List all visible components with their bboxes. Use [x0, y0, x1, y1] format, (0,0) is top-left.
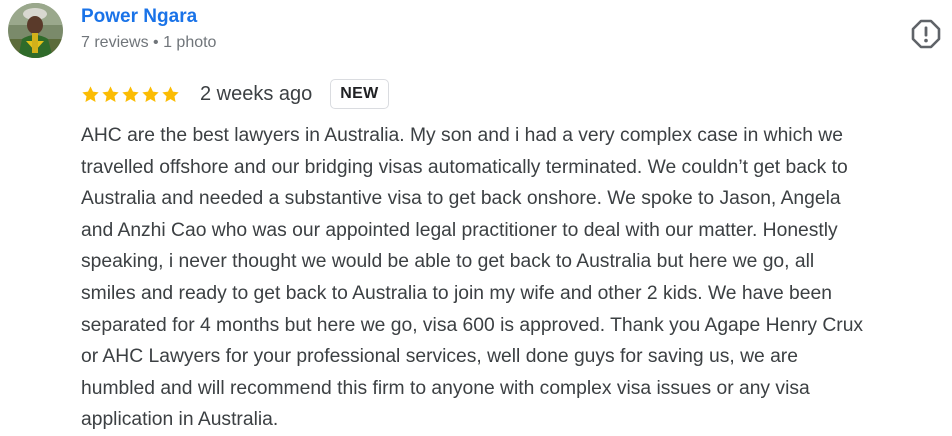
star-icon [142, 85, 159, 102]
avatar[interactable] [8, 3, 63, 58]
review-card: Power Ngara 7 reviews • 1 photo 2 weeks … [0, 0, 952, 430]
review-date: 2 weeks ago [200, 82, 313, 105]
author-name-link[interactable]: Power Ngara [81, 6, 197, 28]
profile-photo-icon [8, 3, 63, 58]
report-flag-icon [911, 19, 941, 49]
star-rating [81, 85, 180, 104]
star-icon [162, 85, 179, 102]
star-icon [122, 85, 139, 102]
review-text: AHC are the best lawyers in Australia. M… [81, 125, 864, 431]
star-icon [82, 85, 99, 102]
new-badge: NEW [330, 79, 389, 109]
author-meta: 7 reviews • 1 photo [81, 34, 217, 51]
star-icon [102, 85, 119, 102]
report-button[interactable] [910, 18, 942, 50]
rating-row: 2 weeks ago NEW [81, 77, 389, 111]
